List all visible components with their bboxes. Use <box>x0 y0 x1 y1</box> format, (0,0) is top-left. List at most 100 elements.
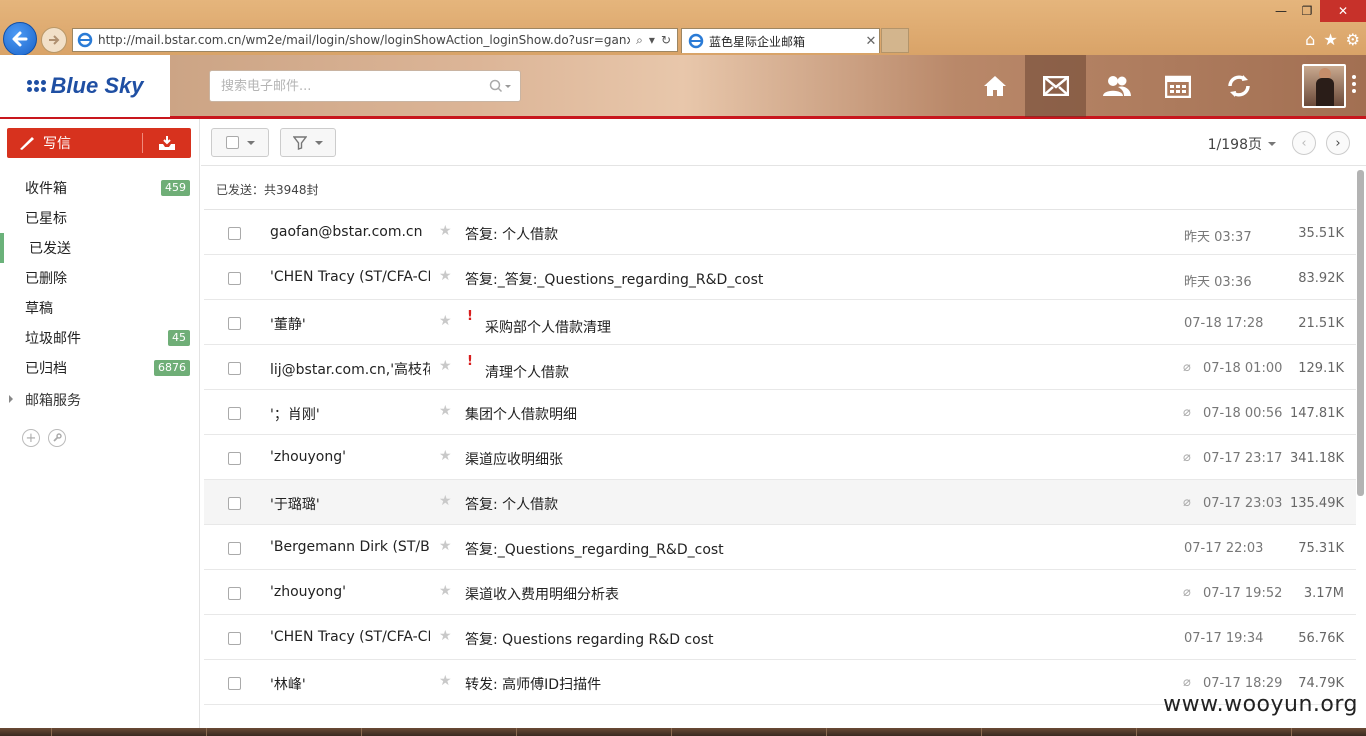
new-tab-button[interactable] <box>881 28 909 53</box>
search-icon[interactable] <box>480 79 520 93</box>
dropdown-icon[interactable]: ▾ <box>649 33 655 48</box>
sync-icon <box>1227 75 1250 97</box>
folder-inbox[interactable]: 收件箱 459 <box>0 173 200 203</box>
chevron-down-icon <box>246 140 255 145</box>
row-checkbox[interactable] <box>228 632 241 645</box>
star-icon[interactable]: ★ <box>439 403 452 419</box>
mail-row[interactable]: lij@bstar.com.cn,'高枝花' ★! 清理个人借款 ⌀ 07-18 01:… <box>204 345 1356 390</box>
mail-size: 74.79K <box>1298 676 1344 691</box>
mail-row[interactable]: 'CHEN Tracy (ST/CFA-CN)' ★ 答复:_答复:_Questio… <box>204 255 1356 300</box>
add-folder-icon[interactable]: + <box>22 429 40 447</box>
mail-subject[interactable]: 答复: 个人借款 <box>465 494 558 514</box>
row-checkbox[interactable] <box>228 497 241 510</box>
row-checkbox[interactable] <box>228 587 241 600</box>
row-checkbox[interactable] <box>228 452 241 465</box>
mail-subject[interactable]: 渠道应收明细张 <box>465 449 563 469</box>
mail-subject[interactable]: 集团个人借款明细 <box>465 404 577 424</box>
user-avatar[interactable] <box>1302 64 1346 108</box>
mail-subject[interactable]: 答复:_答复:_Questions_regarding_R&D_cost <box>465 269 763 289</box>
nav-sync[interactable] <box>1208 55 1269 117</box>
mail-row[interactable]: 'zhouyong' ★ 渠道收入费用明细分析表 ⌀ 07-17 19:52 3.17M <box>204 570 1356 615</box>
star-icon[interactable]: ★ <box>439 673 452 689</box>
mail-row[interactable]: gaofan@bstar.com.cn ★ 答复: 个人借款 昨天 03:37 35.5… <box>204 210 1356 255</box>
minimize-icon[interactable]: — <box>1268 0 1294 22</box>
mail-subject[interactable]: 转发: 高师傅ID扫描件 <box>465 674 601 694</box>
close-tab-icon[interactable]: ✕ <box>863 34 879 49</box>
filter-dropdown[interactable] <box>280 128 336 157</box>
compose-button[interactable]: 写信 <box>7 128 142 158</box>
refresh-icon[interactable]: ↻ <box>661 33 671 48</box>
scrollbar[interactable] <box>1357 170 1364 496</box>
row-checkbox[interactable] <box>228 362 241 375</box>
folder-archived[interactable]: 已归档 6876 <box>0 353 200 383</box>
browser-tools: ⌂ ★ ⚙ <box>1305 30 1360 49</box>
wrench-icon[interactable] <box>48 429 66 447</box>
select-all-checkbox[interactable] <box>225 136 239 149</box>
star-icon[interactable]: ★ <box>439 538 452 554</box>
mail-sender: '董静' <box>270 317 306 333</box>
window-close-icon[interactable]: ✕ <box>1320 0 1366 22</box>
search-icon[interactable]: ⌕ <box>636 33 643 48</box>
nav-contacts[interactable] <box>1086 55 1147 117</box>
folder-starred[interactable]: 已星标 <box>0 203 200 233</box>
star-icon[interactable]: ★ <box>439 493 452 509</box>
star-icon[interactable]: ★ <box>439 268 452 284</box>
folder-drafts[interactable]: 草稿 <box>0 293 200 323</box>
mail-subject[interactable]: 答复:_Questions_regarding_R&D_cost <box>465 539 724 559</box>
row-checkbox[interactable] <box>228 227 241 240</box>
mail-row[interactable]: '于璐璐' ★ 答复: 个人借款 ⌀ 07-17 23:03 135.49K <box>204 480 1356 525</box>
mail-size: 341.18K <box>1289 451 1344 466</box>
star-icon[interactable]: ★ <box>439 313 452 329</box>
chevron-down-icon <box>315 140 323 145</box>
next-page-button[interactable]: › <box>1326 131 1350 155</box>
row-checkbox[interactable] <box>228 317 241 330</box>
back-button[interactable] <box>3 22 37 56</box>
prev-page-button[interactable]: ‹ <box>1292 131 1316 155</box>
mail-subject[interactable]: 渠道收入费用明细分析表 <box>465 584 619 604</box>
select-all-dropdown[interactable] <box>211 128 269 157</box>
mail-row[interactable]: 'Bergemann Dirk (ST/BFA)' ★ 答复:_Questions_… <box>204 525 1356 570</box>
mail-row[interactable]: 'CHEN Tracy (ST/CFA-CN)' ★ 答复: Questions r… <box>204 615 1356 660</box>
nav-mail[interactable] <box>1025 55 1086 117</box>
nav-home[interactable] <box>964 55 1025 117</box>
folder-spam[interactable]: 垃圾邮件 45 <box>0 323 200 353</box>
mail-search[interactable] <box>209 70 521 102</box>
mail-subject[interactable]: 清理个人借款 <box>485 362 569 382</box>
mail-subject[interactable]: 答复: 个人借款 <box>465 224 558 244</box>
forward-button[interactable] <box>41 27 67 53</box>
folder-deleted[interactable]: 已删除 <box>0 263 200 293</box>
mailbox-services[interactable]: 邮箱服务 <box>0 385 200 415</box>
mail-row[interactable]: '董静' ★! 采购部个人借款清理 07-18 17:28 21.51K <box>204 300 1356 345</box>
mail-subject[interactable]: 采购部个人借款清理 <box>485 317 611 337</box>
url-text[interactable]: http://mail.bstar.com.cn/wm2e/mail/login… <box>98 33 630 47</box>
star-icon[interactable]: ★ <box>439 223 452 239</box>
row-checkbox[interactable] <box>228 542 241 555</box>
receive-mail-button[interactable] <box>143 128 191 158</box>
mail-row[interactable]: '；肖刚' ★ 集团个人借款明细 ⌀ 07-18 00:56 147.81K <box>204 390 1356 435</box>
mail-subject[interactable]: 答复: Questions regarding R&D cost <box>465 629 713 649</box>
row-checkbox[interactable] <box>228 272 241 285</box>
star-icon[interactable]: ★ <box>439 358 452 374</box>
row-checkbox[interactable] <box>228 407 241 420</box>
mail-date: 07-18 00:56 <box>1203 406 1283 421</box>
window-controls: — ❐ ✕ <box>1268 0 1366 22</box>
more-menu-icon[interactable] <box>1352 75 1356 93</box>
browser-tab[interactable]: 蓝色星际企业邮箱 ✕ <box>681 28 880 53</box>
star-icon[interactable]: ★ <box>439 583 452 599</box>
star-icon[interactable]: ★ <box>439 628 452 644</box>
restore-icon[interactable]: ❐ <box>1294 0 1320 22</box>
home-icon[interactable]: ⌂ <box>1305 30 1315 49</box>
app-header: Blue Sky <box>0 55 1366 119</box>
star-icon[interactable]: ★ <box>439 448 452 464</box>
arrow-left-icon <box>12 31 28 47</box>
row-checkbox[interactable] <box>228 677 241 690</box>
folder-sent[interactable]: 已发送 <box>0 233 200 263</box>
favorites-star-icon[interactable]: ★ <box>1323 30 1337 49</box>
address-bar[interactable]: http://mail.bstar.com.cn/wm2e/mail/login… <box>72 28 678 52</box>
search-input[interactable] <box>210 72 480 100</box>
mail-row[interactable]: 'zhouyong' ★ 渠道应收明细张 ⌀ 07-17 23:17 341.18K <box>204 435 1356 480</box>
mail-size: 56.76K <box>1298 631 1344 646</box>
page-selector[interactable]: 1/198页 <box>1208 134 1276 154</box>
nav-calendar[interactable] <box>1147 55 1208 117</box>
settings-gear-icon[interactable]: ⚙ <box>1346 30 1360 49</box>
